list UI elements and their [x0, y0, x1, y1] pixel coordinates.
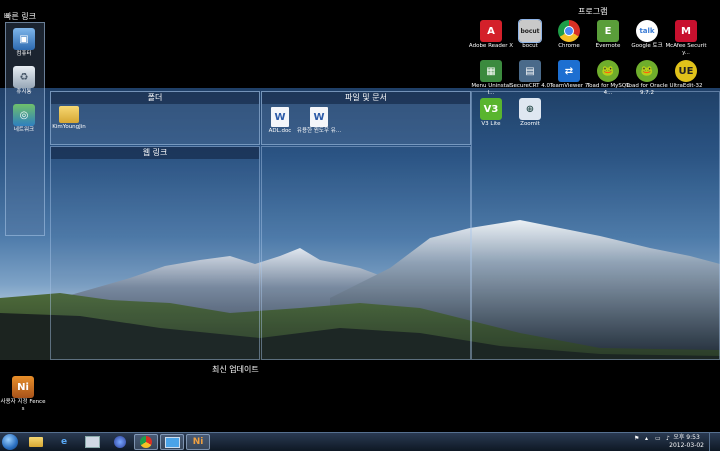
network-tray-icon[interactable]: ▭	[655, 435, 661, 442]
recycle-bin-shortcut[interactable]: ♻ 휴지통	[1, 66, 47, 96]
program-zoomit[interactable]: ⊕ ZoomIt	[507, 98, 553, 128]
program-zoomit-label: ZoomIt	[520, 121, 540, 127]
evernote-icon: E	[597, 20, 619, 42]
recent-updates-title: 최신 업데이트	[212, 365, 259, 374]
recycle-bin-icon: ♻	[13, 66, 35, 88]
word-doc-icon: W	[271, 107, 289, 127]
start-button[interactable]	[2, 434, 18, 450]
toad-oracle-icon: 🐸	[636, 60, 658, 82]
web-links-fence[interactable]: 웹 링크	[50, 146, 260, 360]
remote-desktop-icon[interactable]	[160, 434, 184, 450]
teamviewer-icon: ⇄	[558, 60, 580, 82]
file-windows-tips[interactable]: W 유용한 윈도우 유...	[296, 107, 342, 135]
program-ultraedit-label: UltraEdit-32	[669, 83, 703, 89]
v3-lite-icon: V3	[480, 98, 502, 120]
zoomit-icon: ⊕	[519, 98, 541, 120]
program-mcafee[interactable]: M McAfee Security...	[663, 20, 709, 57]
programs-title: 프로그램	[578, 7, 608, 16]
network-shortcut[interactable]: ◎ 네트워크	[1, 104, 47, 134]
system-clock[interactable]: 오후 9:53 2012-03-02	[669, 434, 704, 450]
folder-kimyoungjin[interactable]: KimYoungJin	[46, 106, 92, 131]
ie-icon[interactable]: e	[52, 434, 76, 450]
menu-uninstall-icon: ▦	[480, 60, 502, 82]
taskbar: e Ni ⚑ ▴ ▭ ♪ 오후 9:53 2012-03-02	[0, 432, 720, 451]
control-panel-icon[interactable]	[80, 434, 104, 450]
web-links-fence-title: 웹 링크	[51, 147, 259, 159]
folder-icon	[59, 106, 79, 123]
ultraedit-icon: UE	[675, 60, 697, 82]
securecrt-icon: ▤	[519, 60, 541, 82]
fences-icon[interactable]: Ni	[186, 434, 210, 450]
folder-label: KimYoungJin	[52, 124, 86, 130]
recycle-bin-label: 휴지통	[16, 89, 32, 95]
show-hidden-icons-icon[interactable]: ▴	[645, 435, 648, 442]
computer-shortcut[interactable]: ▣ 컴퓨터	[1, 28, 47, 58]
show-desktop-button[interactable]	[709, 433, 720, 451]
clock-date: 2012-03-02	[669, 442, 704, 449]
flag-icon[interactable]: ⚑	[634, 435, 639, 442]
chrome-icon	[558, 20, 580, 42]
computer-icon: ▣	[13, 28, 35, 50]
toad-mysql-icon: 🐸	[597, 60, 619, 82]
google-talk-icon: talk	[636, 20, 658, 42]
mcafee-icon: M	[675, 20, 697, 42]
files-fence-title: 파일 및 문서	[262, 92, 470, 104]
fences-icon: Ni	[12, 376, 34, 398]
media-player-icon[interactable]	[108, 434, 132, 450]
explorer-icon[interactable]	[24, 434, 48, 450]
desktop: 빠른 링크 ▣ 컴퓨터 ♻ 휴지통 ◎ 네트워크 폴더 KimYoungJin …	[0, 0, 720, 432]
quick-links-title: 빠른 링크	[4, 12, 36, 21]
program-mcafee-label: McAfee Security...	[665, 43, 707, 56]
fences-settings-label: 사용자 지정 Fences	[0, 399, 46, 412]
files-fence-lower	[261, 146, 471, 360]
wallpaper-bottom-band	[0, 360, 720, 432]
chrome-icon[interactable]	[134, 434, 158, 450]
clock-time: 오후 9:53	[673, 434, 700, 441]
file-windows-tips-label: 유용한 윈도우 유...	[296, 128, 342, 134]
network-label: 네트워크	[13, 127, 35, 133]
fences-settings-shortcut[interactable]: Ni 사용자 지정 Fences	[0, 376, 46, 413]
computer-label: 컴퓨터	[16, 51, 32, 57]
bocut-icon: bocut	[518, 19, 542, 43]
network-icon: ◎	[13, 104, 35, 126]
folders-fence-title: 폴더	[51, 92, 259, 104]
word-doc-icon: W	[310, 107, 328, 127]
program-ultraedit[interactable]: UE UltraEdit-32	[663, 60, 709, 90]
adobe-reader-icon: A	[480, 20, 502, 42]
programs-fence-lower	[471, 91, 720, 360]
